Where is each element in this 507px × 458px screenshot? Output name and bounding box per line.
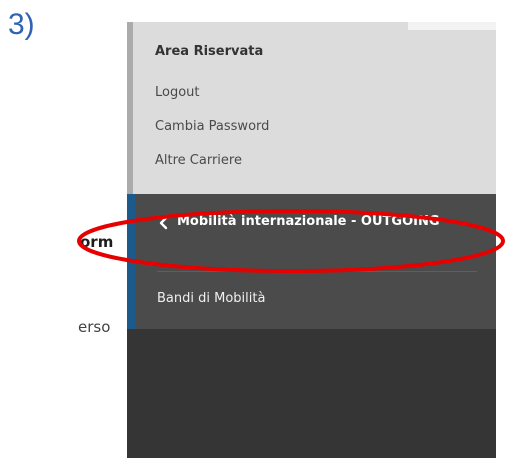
change-password-link[interactable]: Cambia Password: [155, 119, 269, 134]
background-text-fragment: orm: [80, 233, 114, 251]
step-label: 3): [8, 8, 35, 41]
back-to-mobility-button[interactable]: Mobilità internazionale - OUTGOING: [157, 212, 477, 262]
chevron-left-icon: [157, 215, 171, 230]
section-title: Area Riservata: [155, 44, 264, 59]
mobility-section: Mobilità internazionale - OUTGOING Bandi…: [127, 194, 496, 329]
mobility-calls-link[interactable]: Bandi di Mobilità: [157, 291, 265, 306]
side-menu: Area Riservata Logout Cambia Password Al…: [127, 22, 496, 458]
logout-link[interactable]: Logout: [155, 85, 200, 100]
menu-top-corner: [408, 22, 496, 30]
background-text-fragment: erso: [78, 318, 111, 336]
reserved-area-section: Area Riservata Logout Cambia Password Al…: [127, 22, 496, 194]
menu-divider: [157, 271, 477, 272]
mobility-section-title: Mobilità internazionale - OUTGOING: [177, 214, 440, 229]
other-careers-link[interactable]: Altre Carriere: [155, 153, 242, 168]
